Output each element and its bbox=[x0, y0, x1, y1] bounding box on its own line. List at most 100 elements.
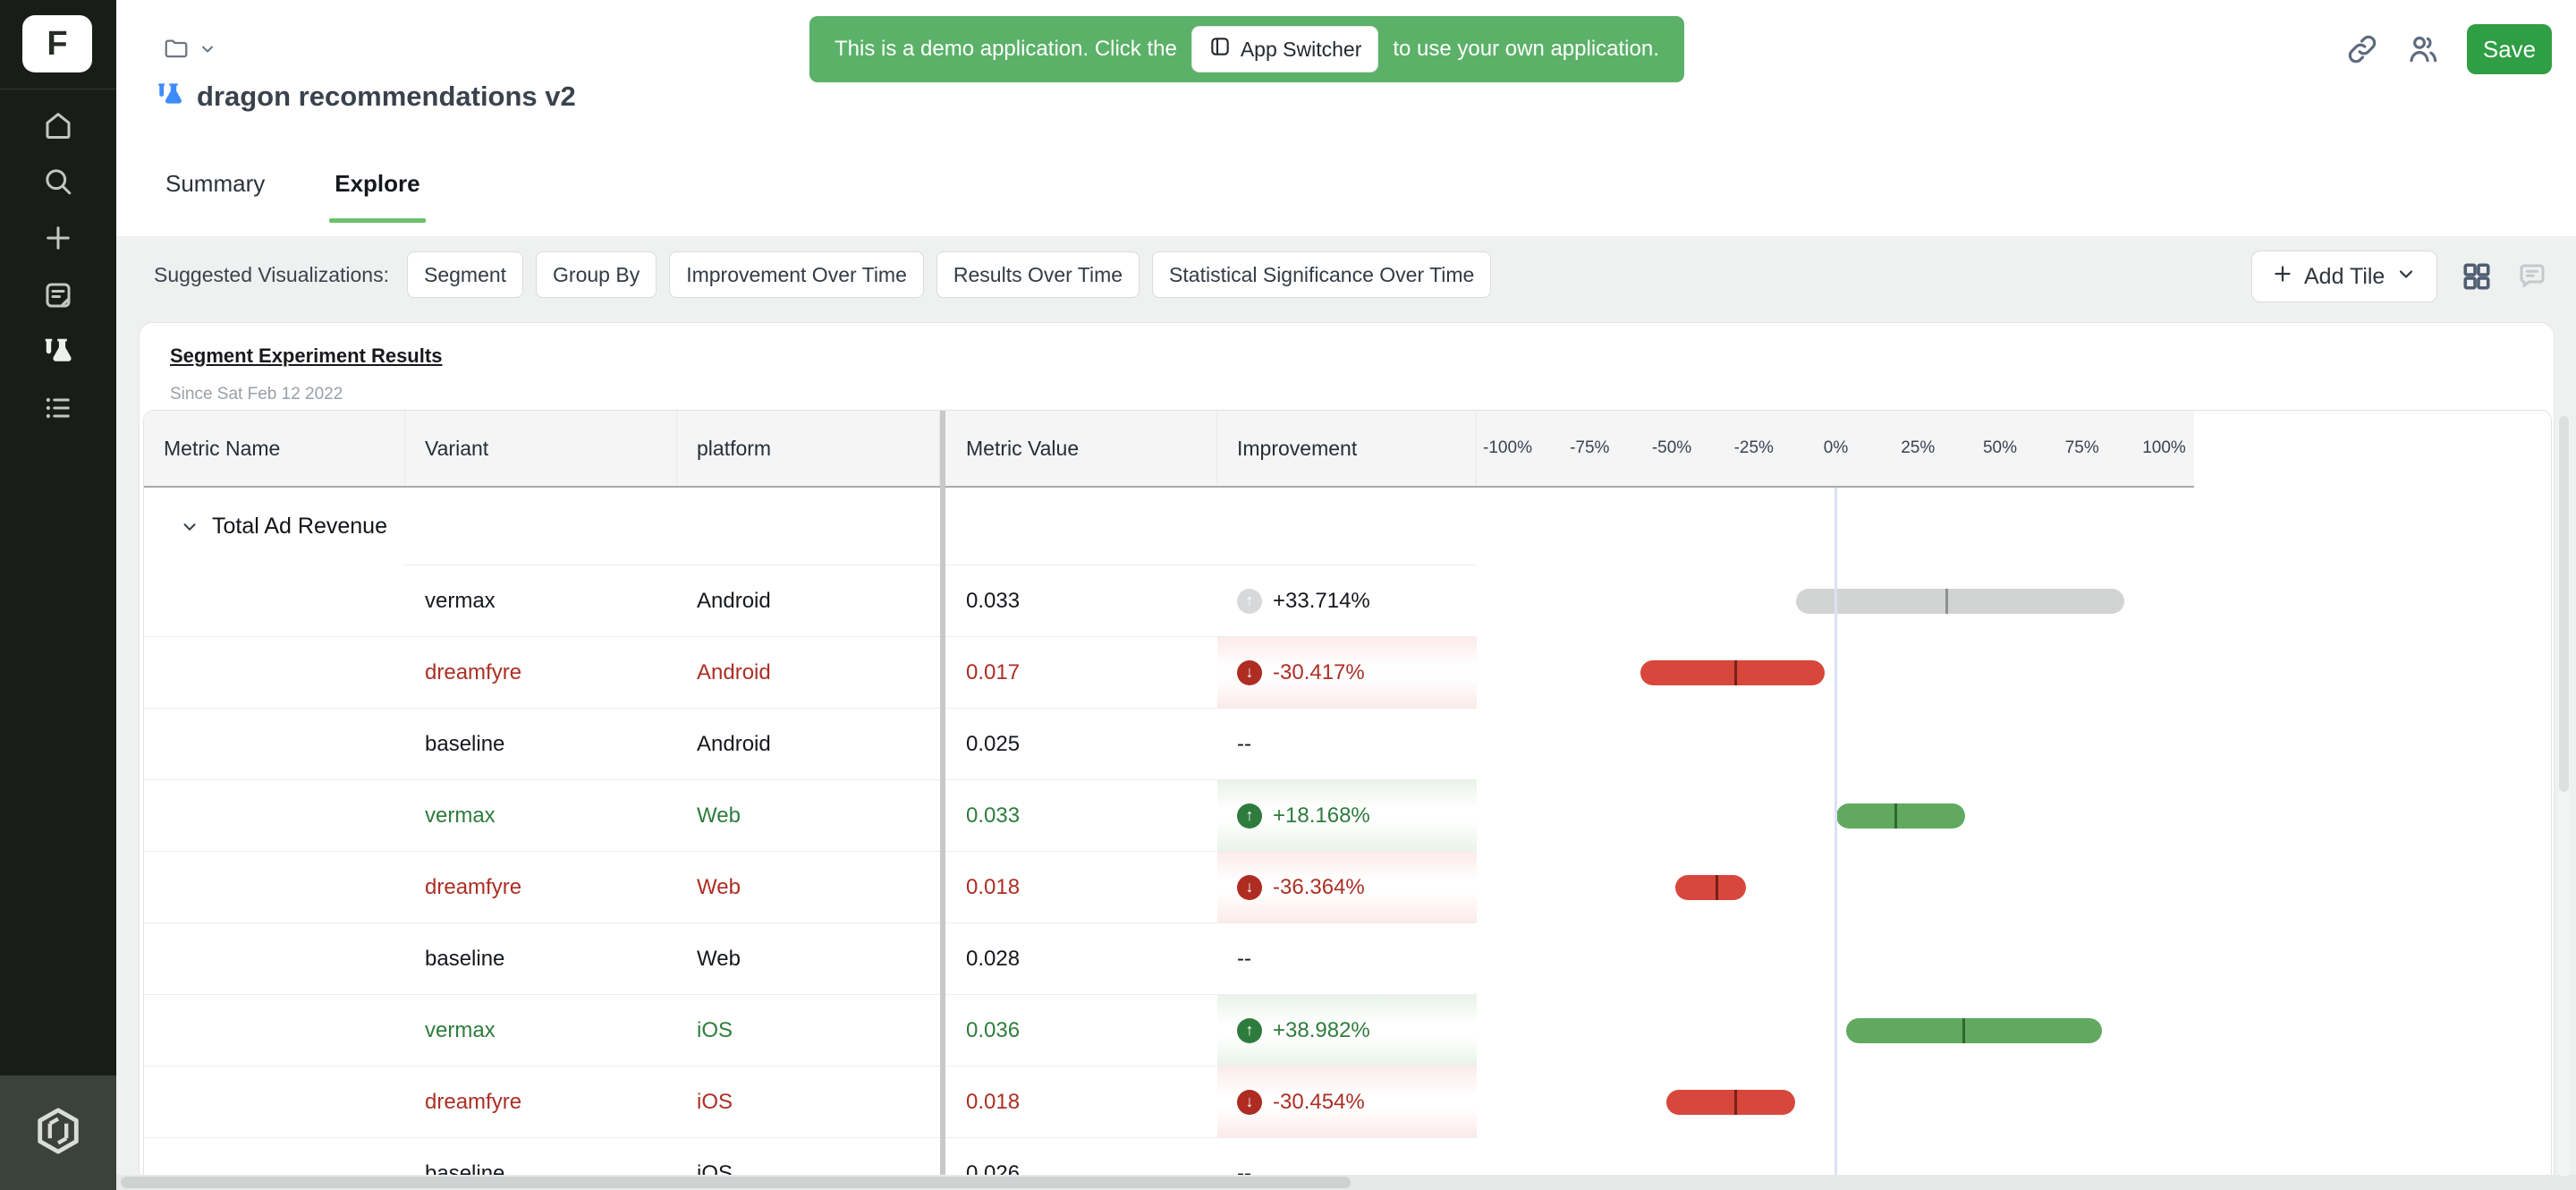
sidebar-footer-app-logo[interactable] bbox=[0, 1075, 116, 1190]
metric-value-cell: 0.036 bbox=[946, 995, 1217, 1067]
app-switcher-button[interactable]: App Switcher bbox=[1191, 26, 1379, 72]
improvement-value: +33.714% bbox=[1273, 589, 1370, 614]
app-window: F dragon recommendatio bbox=[0, 0, 2576, 1190]
confidence-interval-bar[interactable] bbox=[1796, 589, 2124, 614]
members-icon[interactable] bbox=[2406, 32, 2440, 66]
workspace-logo-letter: F bbox=[47, 25, 67, 64]
variant-cell: dreamfyre bbox=[405, 852, 677, 923]
column-header[interactable]: Metric Name bbox=[144, 411, 405, 486]
column-header[interactable]: platform bbox=[677, 411, 940, 486]
metric-group-toggle[interactable]: Total Ad Revenue bbox=[164, 514, 387, 540]
zero-axis-line bbox=[1835, 488, 1837, 1190]
metric-name-cell bbox=[144, 709, 405, 780]
confidence-interval-bar[interactable] bbox=[1666, 1090, 1794, 1115]
metric-name-cell bbox=[144, 565, 405, 637]
variant-cell: dreamfyre bbox=[405, 1067, 677, 1138]
sidebar-item-notes[interactable] bbox=[0, 272, 116, 322]
platform-cell: Web bbox=[677, 923, 940, 995]
app-switcher-icon bbox=[1208, 35, 1232, 64]
viz-option-button[interactable]: Statistical Significance Over Time bbox=[1152, 251, 1491, 298]
pinned-column-scrollbar[interactable] bbox=[940, 411, 945, 1190]
arrow-up-circle-icon: ↑ bbox=[1237, 589, 1262, 614]
vertical-scrollbar[interactable] bbox=[2558, 416, 2570, 1177]
confidence-interval-bar[interactable] bbox=[1836, 803, 1966, 829]
confidence-interval-bar[interactable] bbox=[1846, 1018, 2102, 1043]
axis-tick-label: 100% bbox=[2142, 438, 2186, 458]
breadcrumb[interactable] bbox=[163, 36, 216, 67]
tile-title[interactable]: Segment Experiment Results bbox=[170, 344, 442, 368]
chevron-down-icon bbox=[199, 40, 216, 63]
improvement-value: -30.417% bbox=[1273, 660, 1365, 685]
platform-cell: Web bbox=[677, 852, 940, 923]
metric-name-cell bbox=[144, 995, 405, 1067]
improvement-value: +38.982% bbox=[1273, 1018, 1370, 1043]
tab-explore[interactable]: Explore bbox=[335, 170, 419, 223]
confidence-interval-bar[interactable] bbox=[1675, 875, 1746, 900]
topbar: dragon recommendations v2 This is a demo… bbox=[116, 0, 2576, 236]
sidebar-item-experiments[interactable] bbox=[0, 328, 116, 378]
confidence-interval-bar[interactable] bbox=[1640, 660, 1825, 685]
tab-summary[interactable]: Summary bbox=[165, 170, 265, 223]
point-estimate-tick bbox=[1945, 589, 1948, 614]
table-header-row: Metric NameVariantplatformMetric ValueIm… bbox=[144, 411, 2194, 488]
platform-cell: iOS bbox=[677, 995, 940, 1067]
axis-tick-label: -100% bbox=[1483, 438, 1532, 458]
add-tile-button[interactable]: Add Tile bbox=[2251, 251, 2437, 302]
column-header[interactable]: Variant bbox=[405, 411, 677, 486]
sidebar-item-search[interactable] bbox=[0, 158, 116, 208]
app-switcher-label: App Switcher bbox=[1241, 38, 1362, 62]
variant-cell: dreamfyre bbox=[405, 637, 677, 709]
sidebar-item-list[interactable] bbox=[0, 385, 116, 435]
metric-name-cell bbox=[144, 637, 405, 709]
column-header[interactable]: Metric Value bbox=[946, 411, 1217, 486]
hexagon-logo-icon bbox=[32, 1105, 84, 1161]
arrow-up-circle-icon: ↑ bbox=[1237, 1018, 1262, 1043]
list-icon bbox=[42, 392, 74, 429]
variant-cell: baseline bbox=[405, 923, 677, 995]
comment-icon[interactable] bbox=[2516, 260, 2548, 293]
folder-icon bbox=[163, 36, 190, 67]
table-row[interactable]: vermaxWeb0.033↑+18.168% bbox=[144, 780, 2194, 852]
improvement-cell: ↑ +38.982% bbox=[1217, 995, 1477, 1067]
tile-subtitle: Since Sat Feb 12 2022 bbox=[170, 385, 343, 404]
metric-value-cell: 0.025 bbox=[946, 709, 1217, 780]
table-row[interactable]: dreamfyreWeb0.018↓-36.364% bbox=[144, 852, 2194, 923]
vertical-scrollbar-thumb[interactable] bbox=[2559, 416, 2569, 792]
horizontal-scrollbar[interactable] bbox=[116, 1175, 2576, 1190]
workspace-logo[interactable]: F bbox=[22, 15, 92, 72]
point-estimate-tick bbox=[1734, 660, 1737, 685]
sidebar-item-create[interactable] bbox=[0, 215, 116, 265]
table-row[interactable]: vermaxAndroid0.033↑+33.714% bbox=[144, 565, 2194, 637]
viz-option-button[interactable]: Segment bbox=[407, 251, 523, 298]
table-row[interactable]: baselineWeb0.028-- bbox=[144, 923, 2194, 995]
point-estimate-tick bbox=[1894, 803, 1897, 829]
search-icon bbox=[42, 166, 74, 202]
save-button[interactable]: Save bbox=[2467, 24, 2552, 74]
table-row[interactable]: vermaxiOS0.036↑+38.982% bbox=[144, 995, 2194, 1067]
improvement-cell: ↓-30.454% bbox=[1217, 1067, 1477, 1138]
platform-cell: Android bbox=[677, 709, 940, 780]
layout-grid-icon[interactable] bbox=[2461, 260, 2493, 293]
improvement-cell: ↑ +33.714% bbox=[1217, 565, 1477, 637]
table-row[interactable]: dreamfyreiOS0.018↓-30.454% bbox=[144, 1067, 2194, 1138]
platform-cell: Android bbox=[677, 637, 940, 709]
suggested-visualizations-label: Suggested Visualizations: bbox=[154, 263, 389, 287]
column-header[interactable]: Improvement bbox=[1217, 411, 1477, 486]
table-row[interactable]: dreamfyreAndroid0.017↓-30.417% bbox=[144, 637, 2194, 709]
viz-option-button[interactable]: Results Over Time bbox=[936, 251, 1140, 298]
sidebar-item-home[interactable] bbox=[0, 102, 116, 152]
table-body: Total Ad RevenuevermaxAndroid0.033↑+33.7… bbox=[144, 488, 2551, 1190]
platform-cell: Web bbox=[677, 780, 940, 852]
demo-banner: This is a demo application. Click the Ap… bbox=[809, 16, 1684, 82]
table-row[interactable]: baselineAndroid0.025-- bbox=[144, 709, 2194, 780]
suggested-visualizations-row: Suggested Visualizations: Segment Group B… bbox=[154, 251, 1491, 298]
arrow-down-circle-icon: ↓ bbox=[1237, 875, 1262, 900]
tile-actions: Add Tile bbox=[2251, 251, 2548, 302]
viz-option-button[interactable]: Group By bbox=[536, 251, 657, 298]
copy-link-icon[interactable] bbox=[2345, 32, 2379, 66]
horizontal-scrollbar-thumb[interactable] bbox=[121, 1177, 1351, 1188]
metric-name-cell bbox=[144, 852, 405, 923]
improvement-cell: ↑+18.168% bbox=[1217, 780, 1477, 852]
experiment-flask-icon bbox=[156, 81, 184, 112]
viz-option-button[interactable]: Improvement Over Time bbox=[669, 251, 924, 298]
